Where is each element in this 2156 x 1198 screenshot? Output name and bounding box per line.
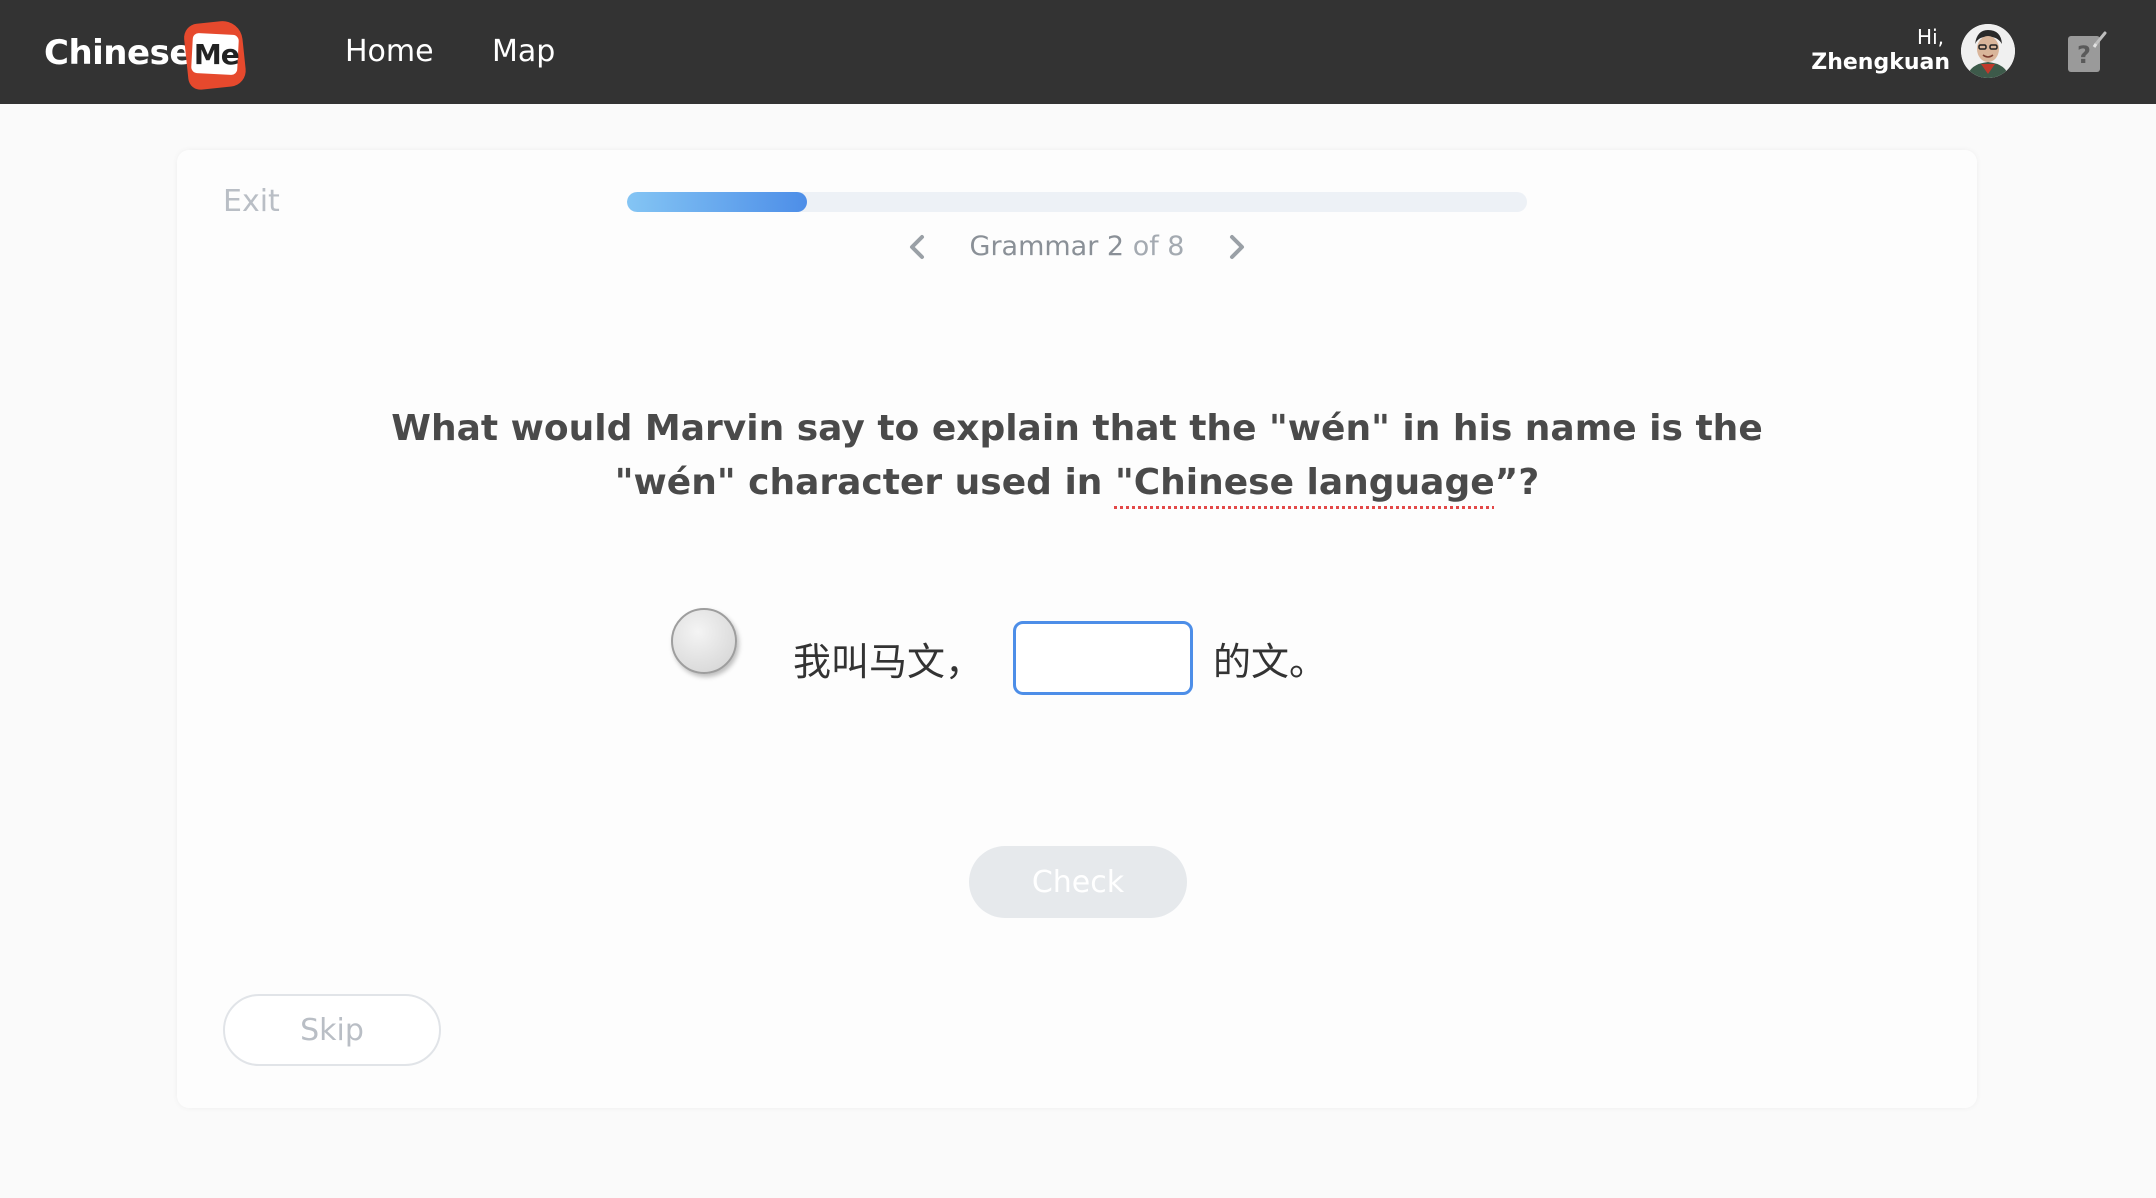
step-of: of 8	[1132, 231, 1185, 262]
step-label: Grammar 2 of 8	[970, 227, 1185, 267]
greeting-hi: Hi,	[1917, 25, 1944, 49]
lesson-card: Exit Grammar 2 of 8 What would Marvin sa…	[177, 150, 1977, 1108]
check-button[interactable]: Check	[969, 846, 1187, 918]
chevron-left-icon	[909, 235, 924, 259]
nav-home-link[interactable]: Home	[345, 32, 434, 72]
step-navigation: Grammar 2 of 8	[627, 224, 1527, 270]
logo-badge-text: Me	[193, 38, 240, 71]
chevron-right-icon	[1230, 235, 1245, 259]
chineseme-logo[interactable]: Chinese Me	[44, 19, 248, 91]
user-greeting: Hi, Zhengkuan	[1811, 24, 1950, 76]
answer-input[interactable]	[1013, 621, 1194, 695]
audio-play-button[interactable]	[671, 608, 737, 674]
prev-step-button[interactable]	[902, 227, 932, 267]
progress-bar	[627, 192, 1527, 212]
logo-text: Chinese	[44, 33, 192, 73]
step-name: Grammar 2	[969, 231, 1125, 262]
user-avatar[interactable]	[1961, 24, 2015, 78]
help-notepad-icon: ?	[2068, 31, 2107, 72]
exit-link[interactable]: Exit	[223, 182, 280, 222]
progress-fill	[627, 192, 807, 212]
svg-text:?: ?	[2077, 41, 2091, 69]
top-nav-bar: Chinese Me Home Map Hi, Zhengkuan ?	[0, 0, 2156, 104]
question-text: What would Marvin say to explain that th…	[377, 402, 1777, 510]
avatar-icon	[1961, 24, 2015, 78]
user-name: Zhengkuan	[1811, 50, 1950, 75]
logo-badge: Me	[182, 19, 248, 91]
help-icon[interactable]: ?	[2066, 30, 2108, 74]
nav-map-link[interactable]: Map	[492, 32, 555, 72]
sentence-before: 我叫马文，	[793, 639, 984, 684]
question-highlight: "Chinese language	[1114, 462, 1495, 503]
skip-button[interactable]: Skip	[223, 994, 441, 1066]
question-end: ”?	[1494, 462, 1540, 503]
sentence-after: 的文。	[1213, 639, 1328, 684]
question-main: What would Marvin say to explain that th…	[391, 408, 1763, 503]
next-step-button[interactable]	[1222, 227, 1252, 267]
fill-in-sentence: 我叫马文， 的文。	[793, 618, 1327, 698]
